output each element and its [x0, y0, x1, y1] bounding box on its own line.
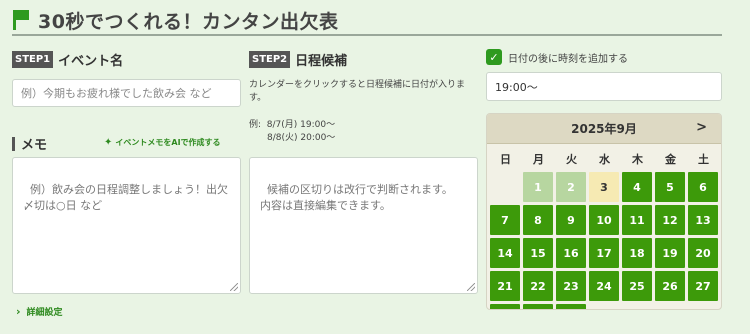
step1-label: イベント名	[58, 54, 124, 69]
calendar-day-12[interactable]: 12	[655, 205, 685, 235]
calendar-day-22[interactable]: 22	[523, 271, 553, 301]
weekday-label: 土	[698, 153, 709, 166]
calendar-day-30[interactable]: 30	[556, 304, 586, 309]
calendar-empty-cell	[490, 172, 520, 202]
resize-handle-icon[interactable]	[230, 283, 238, 291]
next-month-button[interactable]: >	[696, 120, 707, 135]
calendar-day-26[interactable]: 26	[655, 271, 685, 301]
step2-heading: STEP2 日程候補	[249, 50, 347, 69]
weekday-label: 日	[500, 153, 511, 166]
calendar-day-23[interactable]: 23	[556, 271, 586, 301]
calendar-day-4[interactable]: 4	[622, 172, 652, 202]
time-value: 19:00〜	[495, 80, 538, 94]
calendar-day-25[interactable]: 25	[622, 271, 652, 301]
page-title: 30秒でつくれる！カンタン出欠表	[38, 10, 339, 33]
time-input[interactable]: 19:00〜	[486, 72, 722, 101]
step2-description: カレンダーをクリックすると日程候補に日付が入ります。	[249, 80, 466, 103]
weekday-label: 月	[533, 153, 544, 166]
calendar-header: 2025年9月 >	[487, 114, 721, 144]
weekday-label: 金	[665, 153, 676, 166]
weekday-label: 水	[599, 153, 610, 166]
calendar-day-21[interactable]: 21	[490, 271, 520, 301]
flag-icon	[12, 9, 32, 31]
calendar-month-label: 2025年9月	[571, 122, 637, 136]
calendar: 2025年9月 > 日月火水木金土 1 2 3 4 5 6 7 8 9 10 11 12 13 14 15 1…	[486, 113, 722, 310]
calendar-day-9[interactable]: 9	[556, 205, 586, 235]
calendar-day-2: 2	[556, 172, 586, 202]
details-settings-link[interactable]: › 詳細設定	[16, 305, 63, 318]
step1-heading: STEP1 イベント名	[12, 50, 123, 69]
page-header: 30秒でつくれる！カンタン出欠表	[12, 6, 722, 36]
calendar-day-13[interactable]: 13	[688, 205, 718, 235]
calendar-days: 1 2 3 4 5 6 7 8 9 10 11 12 13 14 15 16 17 18 19 20 21 22 23 24 2…	[490, 172, 721, 309]
step2-example: 例: 8/7(月) 19:00〜 8/8(火) 20:00〜	[249, 119, 369, 145]
calendar-weekdays: 日月火水木金土	[489, 151, 721, 167]
calendar-day-16[interactable]: 16	[556, 238, 586, 268]
calendar-day-24[interactable]: 24	[589, 271, 619, 301]
add-time-option[interactable]: ✓ 日付の後に時刻を追加する	[486, 49, 628, 65]
example-prefix: 例:	[249, 120, 262, 130]
memo-placeholder: 例）飲み会の日程調整しましょう！出欠 〆切は○日 など	[23, 183, 228, 212]
calendar-day-17[interactable]: 17	[589, 238, 619, 268]
add-time-label: 日付の後に時刻を追加する	[508, 53, 628, 65]
calendar-day-28[interactable]: 28	[490, 304, 520, 309]
calendar-day-7[interactable]: 7	[490, 205, 520, 235]
ai-memo-link[interactable]: ✦ イベントメモをAIで作成する	[104, 137, 221, 148]
calendar-day-29[interactable]: 29	[523, 304, 553, 309]
calendar-day-3: 3	[589, 172, 619, 202]
date-candidates-text: 候補の区切りは改行で判断されます。 内容は直接編集できます。	[260, 183, 453, 212]
calendar-day-19[interactable]: 19	[655, 238, 685, 268]
date-candidates-textarea[interactable]: 候補の区切りは改行で判断されます。 内容は直接編集できます。	[249, 157, 478, 294]
memo-label: メモ	[21, 138, 48, 153]
step1-badge: STEP1	[12, 51, 54, 68]
ai-memo-label: イベントメモをAIで作成する	[115, 138, 221, 147]
calendar-day-5[interactable]: 5	[655, 172, 685, 202]
step2-badge: STEP2	[249, 51, 291, 68]
checkbox-checked-icon[interactable]: ✓	[486, 49, 502, 65]
weekday-label: 火	[566, 153, 577, 166]
calendar-day-15[interactable]: 15	[523, 238, 553, 268]
example-line-2: 8/8(火) 20:00〜	[267, 133, 336, 143]
calendar-day-18[interactable]: 18	[622, 238, 652, 268]
calendar-day-6[interactable]: 6	[688, 172, 718, 202]
memo-bar	[12, 136, 15, 151]
resize-handle-icon[interactable]	[467, 283, 475, 291]
event-name-input[interactable]: 例）今期もお疲れ様でした飲み会 など	[12, 79, 241, 107]
calendar-day-10[interactable]: 10	[589, 205, 619, 235]
example-line-1: 8/7(月) 19:00〜	[266, 120, 336, 130]
calendar-day-14[interactable]: 14	[490, 238, 520, 268]
calendar-day-11[interactable]: 11	[622, 205, 652, 235]
calendar-day-20[interactable]: 20	[688, 238, 718, 268]
calendar-day-1: 1	[523, 172, 553, 202]
step2-label: 日程候補	[295, 54, 348, 69]
weekday-label: 木	[632, 153, 643, 166]
details-settings-label: 詳細設定	[26, 308, 63, 318]
sparkle-icon: ✦	[104, 137, 113, 148]
memo-heading: メモ	[12, 134, 47, 153]
event-name-placeholder: 例）今期もお疲れ様でした飲み会 など	[21, 87, 212, 100]
calendar-day-27[interactable]: 27	[688, 271, 718, 301]
calendar-day-8[interactable]: 8	[523, 205, 553, 235]
chevron-right-icon: ›	[16, 305, 21, 318]
memo-textarea[interactable]: 例）飲み会の日程調整しましょう！出欠 〆切は○日 など	[12, 157, 241, 294]
